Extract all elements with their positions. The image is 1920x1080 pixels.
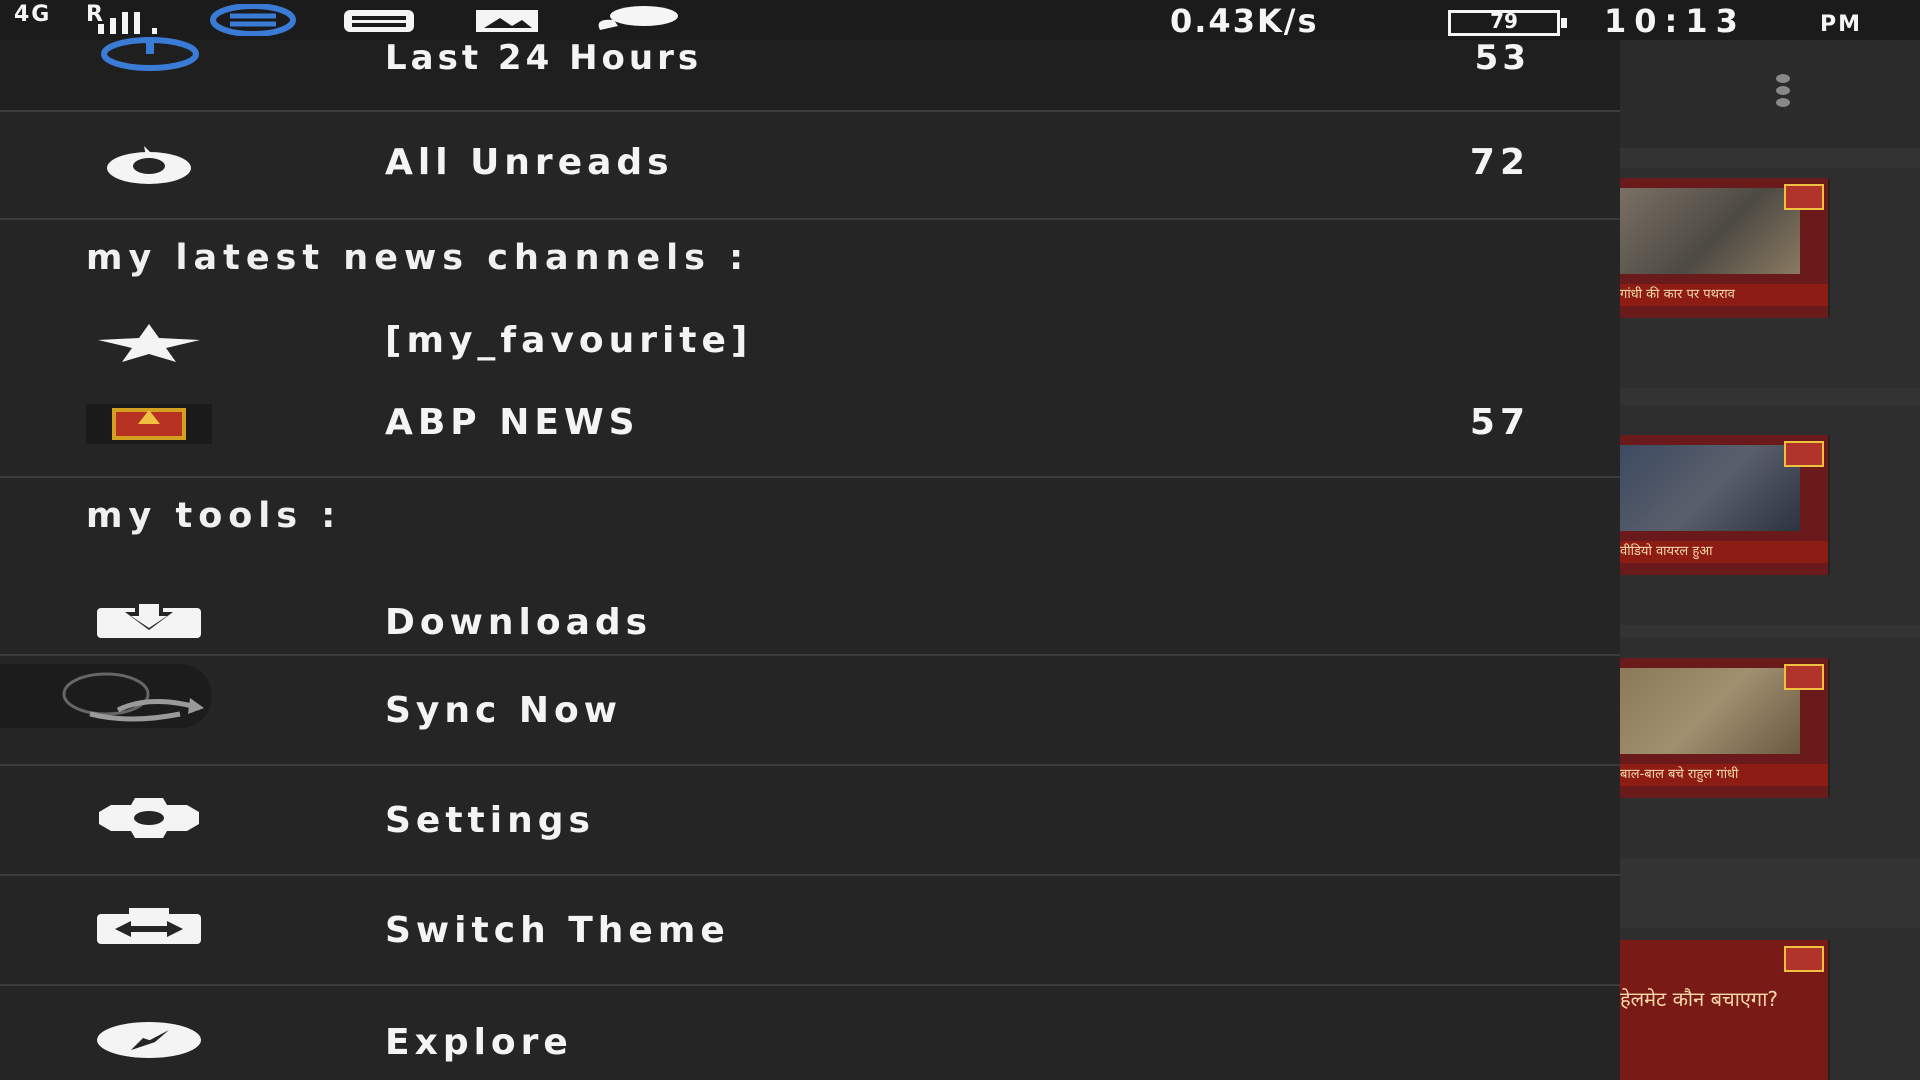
nav-item-explore[interactable]: Explore [0,986,1620,1080]
section-heading-channels: my latest news channels : [86,238,750,278]
news-card[interactable]: वीडियो वायरल हुआ [1620,405,1920,625]
battery-icon: 79 [1448,9,1567,36]
news-card[interactable]: गांधी की कार पर पथराव [1620,168,1920,388]
abp-logo-icon [1784,664,1824,690]
nav-item-label: All Unreads [385,142,674,183]
nav-item-label: Settings [385,800,595,841]
stopwatch-icon [101,37,199,71]
background-toolbar [1620,40,1920,148]
abp-logo-icon [1784,441,1824,467]
clock-ampm: PM [1820,12,1863,37]
news-thumbnail: हेलमेट कौन बचाएगा? [1620,940,1830,1080]
data-rate: 0.43K/s [1170,2,1319,40]
unread-flame-icon [107,146,191,184]
sync-icon [62,672,204,722]
nav-item-label: Last 24 Hours [385,38,703,78]
switch-theme-icon [97,908,201,944]
battery-level: 79 [1490,9,1518,33]
nav-item-label: ABP NEWS [385,402,640,443]
status-bar: 4G R 0.43K/s 79 10:13 PM [0,0,1920,40]
app-s-icon [210,4,296,36]
download-icon [97,600,201,638]
chat-bubble-icon [598,6,678,30]
nav-item-label: [my_favourite] [385,320,753,361]
signal-icon [98,12,157,34]
navigation-drawer: Last 24 Hours 53 All Unreads 72 my lates… [0,37,1620,1080]
nav-item-last-24-hours[interactable]: Last 24 Hours 53 [0,37,1620,110]
nav-item-count: 57 [1469,402,1530,443]
nav-item-favourite[interactable]: [my_favourite] [0,310,1620,380]
divider [0,218,1620,220]
nav-item-label: Sync Now [385,690,623,731]
news-card[interactable]: हेलमेट कौन बचाएगा? [1620,928,1920,1080]
abp-logo-icon [1784,184,1824,210]
nav-item-label: Switch Theme [385,910,730,951]
nav-item-sync-now[interactable]: Sync Now [0,656,1620,764]
clock-time: 10:13 [1604,2,1746,40]
image-icon [476,10,538,32]
nav-item-label: Explore [385,1022,573,1063]
compass-icon [97,1022,201,1058]
nav-item-switch-theme[interactable]: Switch Theme [0,876,1620,984]
news-thumbnail: वीडियो वायरल हुआ [1620,435,1830,575]
nav-item-all-unreads[interactable]: All Unreads 72 [0,112,1620,218]
overflow-menu-icon[interactable] [1768,74,1798,114]
thumbnail-caption: हेलमेट कौन बचाएगा? [1620,988,1778,1010]
nav-item-settings[interactable]: Settings [0,766,1620,874]
news-thumbnail: बाल-बाल बचे राहुल गांधी [1620,658,1830,798]
thumbnail-caption: वीडियो वायरल हुआ [1620,541,1828,563]
news-thumbnail: गांधी की कार पर पथराव [1620,178,1830,318]
section-heading-tools: my tools : [86,496,342,536]
keyboard-icon [344,10,414,32]
abp-news-logo-icon [86,404,212,444]
divider [0,476,1620,478]
news-card[interactable]: बाल-बाल बचे राहुल गांधी [1620,638,1920,858]
thumbnail-caption: गांधी की कार पर पथराव [1620,284,1828,306]
network-type: 4G [14,2,52,27]
star-icon [98,324,200,362]
nav-item-label: Downloads [385,602,653,643]
thumbnail-caption: बाल-बाल बचे राहुल गांधी [1620,764,1828,786]
nav-item-abp-news[interactable]: ABP NEWS 57 [0,390,1620,460]
background-news-list: गांधी की कार पर पथराव वीडियो वायरल हुआ ब… [1620,40,1920,1080]
abp-logo-icon [1784,946,1824,972]
gear-icon [99,798,199,838]
nav-item-count: 72 [1469,142,1530,183]
nav-item-count: 53 [1474,38,1530,78]
